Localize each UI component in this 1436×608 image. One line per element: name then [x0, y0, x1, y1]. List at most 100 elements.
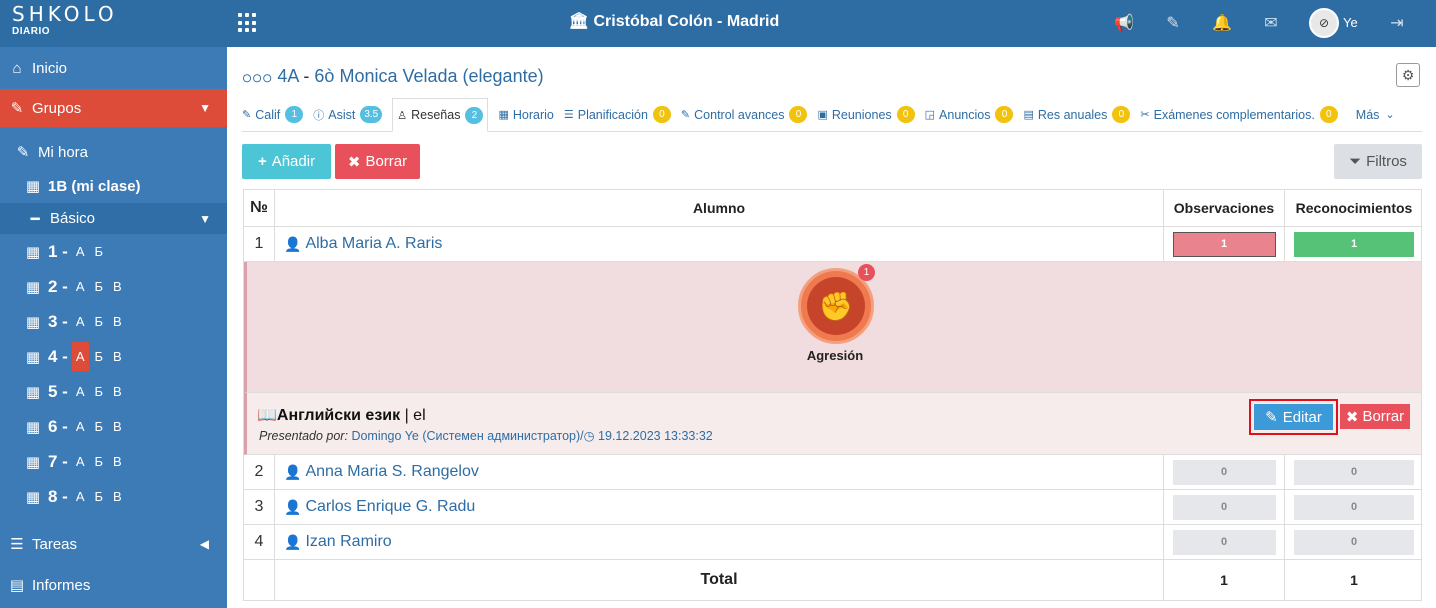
tab-calif[interactable]: ✎ Calif 1: [242, 98, 304, 132]
class-section[interactable]: В: [109, 314, 126, 329]
class-section[interactable]: А: [72, 489, 89, 504]
avatar[interactable]: ⊘: [1309, 8, 1339, 38]
recognitions-cell: 0: [1285, 490, 1423, 524]
student-icon: 👤: [284, 498, 302, 515]
edit-button[interactable]: ✎ Editar: [1254, 404, 1333, 430]
minus-icon: ━: [30, 210, 40, 228]
student-name[interactable]: Alba Maria A. Raris: [305, 235, 442, 253]
class-section[interactable]: В: [109, 489, 126, 504]
observations-count[interactable]: 0: [1172, 494, 1276, 520]
review-badge-panel: ✊ 1 Agresión: [244, 262, 1421, 393]
recognitions-count[interactable]: 0: [1294, 494, 1414, 520]
class-section[interactable]: А: [72, 244, 89, 259]
sidebar-item-mi-hora[interactable]: ✎ Mi hora: [0, 135, 227, 169]
classroom-icon: ▦: [25, 178, 41, 195]
tab-reuniones[interactable]: ▣ Reuniones 0: [817, 98, 915, 132]
chevron-down-icon: ▼: [199, 101, 211, 115]
row-num: 4: [244, 525, 275, 559]
sidebar-item-informes[interactable]: ▤ Informes: [0, 567, 227, 603]
sidebar-item-tareas[interactable]: ☰ Tareas ◀: [0, 526, 227, 562]
megaphone-icon[interactable]: 📢: [1114, 14, 1134, 34]
sidebar-class-3[interactable]: ▦ 3 - А Б В: [0, 304, 227, 339]
tab-control-avances[interactable]: ✎ Control avances 0: [681, 98, 808, 132]
class-section[interactable]: А: [72, 314, 89, 329]
sidebar-item-label: Inicio: [32, 59, 68, 77]
class-section-active[interactable]: А: [71, 342, 89, 371]
sidebar-class-8[interactable]: ▦ 8 - А Б В: [0, 479, 227, 514]
class-section[interactable]: Б: [91, 349, 108, 364]
student-name[interactable]: Carlos Enrique G. Radu: [305, 498, 475, 516]
tab-mas[interactable]: Más ⌄: [1356, 98, 1399, 132]
table-row: 2 👤 Anna Maria S. Rangelov 0 0: [244, 455, 1421, 490]
tab-anuncios[interactable]: ◲ Anuncios 0: [925, 98, 1014, 132]
class-section[interactable]: В: [109, 384, 126, 399]
sidebar-class-7[interactable]: ▦ 7 - А Б В: [0, 444, 227, 479]
sidebar-class-6[interactable]: ▦ 6 - А Б В: [0, 409, 227, 444]
filter-icon: ⏷: [1349, 153, 1362, 170]
class-section[interactable]: Б: [91, 454, 108, 469]
student-name-cell[interactable]: 👤 Alba Maria A. Raris: [275, 227, 1164, 261]
user-name[interactable]: Ye: [1343, 15, 1358, 30]
sidebar-item-basico[interactable]: ━ Básico ▼: [0, 203, 227, 234]
sidebar-class-1[interactable]: ▦ 1 - А Б: [0, 234, 227, 269]
badge-label: Agresión: [806, 348, 864, 363]
observations-count[interactable]: 0: [1172, 529, 1276, 555]
envelope-icon[interactable]: ✉: [1261, 14, 1281, 34]
bell-icon[interactable]: 🔔: [1212, 14, 1232, 34]
sidebar-item-grupos[interactable]: ✎ Grupos ▼: [0, 89, 227, 127]
award-icon: ♙: [397, 109, 408, 122]
presenter-name[interactable]: Domingo Ye (Системен администратор)/: [351, 429, 583, 443]
tab-label: Exámenes complementarios.: [1153, 107, 1315, 122]
class-section[interactable]: В: [109, 349, 126, 364]
tab-planificacion[interactable]: ☰ Planificación 0: [564, 98, 671, 132]
sidebar-class-2[interactable]: ▦ 2 - А Б В: [0, 269, 227, 304]
student-name-cell[interactable]: 👤 Anna Maria S. Rangelov: [275, 455, 1164, 489]
teacher-name[interactable]: Monica Velada (elegante): [339, 66, 543, 86]
logout-icon[interactable]: ⇥: [1387, 14, 1407, 34]
tab-examenes[interactable]: ✂ Exámenes complementarios. 0: [1140, 98, 1338, 132]
sidebar-item-my-class[interactable]: ▦ 1B (mi clase): [0, 169, 227, 203]
class-section[interactable]: Б: [91, 384, 108, 399]
delete-review-button[interactable]: ✖ Borrar: [1340, 404, 1410, 429]
sidebar-class-4[interactable]: ▦ 4 - А Б В: [0, 339, 227, 374]
classroom-icon: ▦: [25, 243, 41, 261]
observations-count[interactable]: 0: [1172, 459, 1276, 485]
class-section[interactable]: Б: [91, 419, 108, 434]
settings-gear-icon[interactable]: ⚙: [1396, 63, 1420, 87]
filter-button[interactable]: ⏷ Filtros: [1334, 144, 1422, 179]
calendar-icon: ▣: [817, 109, 828, 121]
table-header: № Alumno Observaciones Reconocimientos: [244, 190, 1421, 227]
class-section[interactable]: В: [109, 454, 126, 469]
class-section[interactable]: А: [72, 279, 89, 294]
tab-badge: 0: [1112, 106, 1131, 123]
recognitions-count[interactable]: 1: [1294, 231, 1414, 257]
delete-button[interactable]: ✖ Borrar: [335, 144, 420, 179]
edit-icon[interactable]: ✎: [1163, 14, 1183, 34]
class-section[interactable]: А: [72, 419, 89, 434]
book-icon: 📖: [257, 407, 277, 424]
observations-count[interactable]: 1: [1172, 231, 1276, 257]
class-section[interactable]: В: [109, 279, 126, 294]
class-section[interactable]: А: [72, 454, 89, 469]
class-section[interactable]: Б: [91, 244, 108, 259]
class-section[interactable]: В: [109, 419, 126, 434]
student-name[interactable]: Izan Ramiro: [305, 533, 391, 551]
student-name-cell[interactable]: 👤 Carlos Enrique G. Radu: [275, 490, 1164, 524]
recognitions-count[interactable]: 0: [1294, 459, 1414, 485]
sidebar-class-5[interactable]: ▦ 5 - А Б В: [0, 374, 227, 409]
class-section[interactable]: А: [72, 384, 89, 399]
tab-asist[interactable]: ⓘ Asist 3.5: [313, 98, 383, 132]
sidebar-item-inicio[interactable]: ⌂ Inicio: [0, 47, 227, 89]
tab-res-anuales[interactable]: ▤ Res anuales 0: [1023, 98, 1131, 132]
add-button[interactable]: + Añadir: [242, 144, 331, 179]
recognitions-count[interactable]: 0: [1294, 529, 1414, 555]
class-section[interactable]: Б: [91, 489, 108, 504]
student-name[interactable]: Anna Maria S. Rangelov: [305, 463, 478, 481]
sidebar: ⌂ Inicio ✎ Grupos ▼ ✎ Mi hora ▦ 1B (mi c…: [0, 47, 227, 608]
title-separator: -: [303, 66, 310, 86]
class-section[interactable]: Б: [91, 314, 108, 329]
tab-horario[interactable]: ▦ Horario: [498, 98, 553, 132]
student-name-cell[interactable]: 👤 Izan Ramiro: [275, 525, 1164, 559]
tab-resenas[interactable]: ♙ Reseñas 2: [392, 98, 489, 132]
class-section[interactable]: Б: [91, 279, 108, 294]
